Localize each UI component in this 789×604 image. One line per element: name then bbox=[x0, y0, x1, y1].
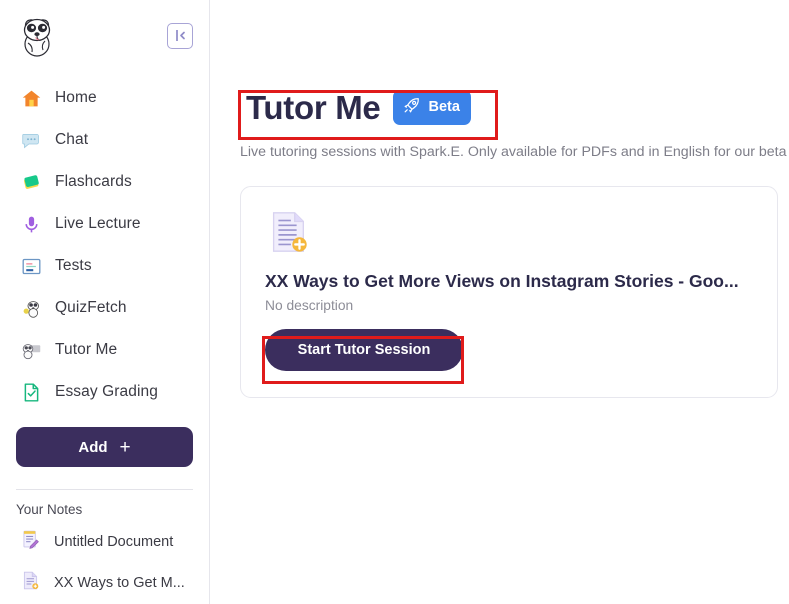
tutor-session-card: XX Ways to Get More Views on Instagram S… bbox=[240, 186, 778, 398]
note-item-label: XX Ways to Get M... bbox=[54, 575, 185, 592]
sidebar-item-label: Tests bbox=[55, 257, 92, 275]
tests-icon bbox=[20, 255, 42, 277]
page-title-row: Tutor Me Beta bbox=[240, 82, 500, 132]
sidebar-item-label: QuizFetch bbox=[55, 299, 127, 317]
sidebar-header bbox=[0, 0, 209, 71]
collapse-sidebar-icon[interactable] bbox=[167, 22, 193, 49]
home-icon bbox=[20, 87, 42, 109]
note-item-untitled-document[interactable]: Untitled Document bbox=[0, 521, 209, 563]
quizfetch-dog-icon bbox=[20, 297, 42, 319]
sidebar-item-label: Chat bbox=[55, 131, 89, 149]
chat-icon bbox=[20, 129, 42, 151]
sidebar-item-tests[interactable]: Tests bbox=[0, 245, 209, 287]
page-title: Tutor Me bbox=[246, 88, 381, 126]
note-item-label: Untitled Document bbox=[54, 533, 174, 550]
sidebar-item-tutor-me[interactable]: Tutor Me bbox=[0, 329, 209, 371]
page-subtitle: Live tutoring sessions with Spark.E. Onl… bbox=[240, 144, 787, 160]
note-pencil-icon bbox=[20, 529, 41, 555]
sidebar: Home Chat Flashcards Live Lecture Tests … bbox=[0, 0, 210, 604]
beta-badge-label: Beta bbox=[428, 99, 460, 115]
sidebar-nav: Home Chat Flashcards Live Lecture Tests … bbox=[0, 71, 209, 413]
rocket-icon bbox=[402, 96, 421, 119]
add-button-label: Add bbox=[78, 438, 108, 456]
document-add-icon bbox=[265, 212, 311, 259]
sidebar-item-label: Live Lecture bbox=[55, 215, 141, 233]
sidebar-item-label: Essay Grading bbox=[55, 383, 158, 401]
sidebar-item-home[interactable]: Home bbox=[0, 77, 209, 119]
your-notes-heading: Your Notes bbox=[16, 501, 83, 517]
document-icon bbox=[20, 570, 41, 596]
app-root: Home Chat Flashcards Live Lecture Tests … bbox=[0, 0, 789, 604]
card-document-title: XX Ways to Get More Views on Instagram S… bbox=[265, 271, 739, 291]
plus-icon: + bbox=[119, 436, 131, 458]
sidebar-item-live-lecture[interactable]: Live Lecture bbox=[0, 203, 209, 245]
microphone-icon bbox=[20, 213, 42, 235]
main-content: Tutor Me Beta Live tutoring sessions wit… bbox=[210, 0, 789, 604]
tutor-me-dog-icon bbox=[20, 339, 42, 361]
sidebar-item-flashcards[interactable]: Flashcards bbox=[0, 161, 209, 203]
flashcards-icon bbox=[20, 171, 42, 193]
essay-grading-icon bbox=[20, 381, 42, 403]
start-tutor-session-button[interactable]: Start Tutor Session bbox=[265, 329, 463, 371]
beta-badge[interactable]: Beta bbox=[393, 89, 471, 125]
sidebar-item-quizfetch[interactable]: QuizFetch bbox=[0, 287, 209, 329]
sidebar-item-label: Flashcards bbox=[55, 173, 132, 191]
sidebar-item-chat[interactable]: Chat bbox=[0, 119, 209, 161]
sidebar-item-label: Tutor Me bbox=[55, 341, 118, 359]
spark-dog-logo-icon[interactable] bbox=[14, 13, 60, 59]
note-item-xx-ways[interactable]: XX Ways to Get M... bbox=[0, 562, 209, 604]
add-button[interactable]: Add + bbox=[16, 427, 193, 467]
sidebar-item-essay-grading[interactable]: Essay Grading bbox=[0, 371, 209, 413]
sidebar-item-label: Home bbox=[55, 89, 97, 107]
card-document-description: No description bbox=[265, 298, 354, 313]
